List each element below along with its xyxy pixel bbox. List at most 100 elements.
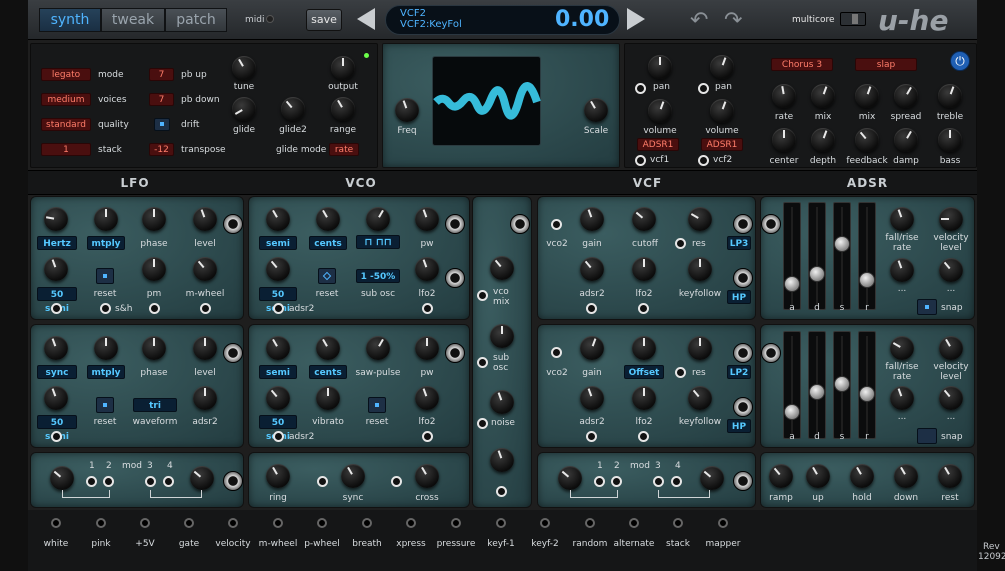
vco2-range-knob[interactable] <box>266 386 290 410</box>
undo-icon[interactable]: ↶ <box>690 10 708 32</box>
lfo-mod-depth2-knob[interactable] <box>190 466 214 490</box>
vco1-waveform-icon[interactable]: ⊓ ⊓⊓ <box>356 235 400 249</box>
lfo1-rate-knob[interactable] <box>44 207 68 231</box>
lfo2-mult-knob[interactable] <box>94 336 118 360</box>
voices-select[interactable]: medium <box>41 93 91 106</box>
lfo2-range-value[interactable]: 50 semi <box>37 415 77 442</box>
lfo2-adsr2-knob[interactable] <box>193 386 217 410</box>
mod-source-jack-alternate[interactable] <box>629 518 639 528</box>
vco2-range-value[interactable]: 50 semi <box>259 415 297 442</box>
lfo1-level-knob[interactable] <box>193 207 217 231</box>
lfo2-rate-knob[interactable] <box>44 336 68 360</box>
vco2-output-jack[interactable] <box>445 343 465 363</box>
adsr2-decay-thumb[interactable] <box>809 384 825 400</box>
delay-spread-knob[interactable] <box>894 84 918 108</box>
lfo1-output-jack[interactable] <box>223 214 243 234</box>
scope-freq-knob[interactable] <box>395 98 419 122</box>
vcf1-cutoff-knob[interactable] <box>632 207 656 231</box>
adsr2-fallrise-knob[interactable] <box>890 336 914 360</box>
adsr1-fallrise-knob[interactable] <box>890 207 914 231</box>
lfo-mod-jack-2[interactable] <box>103 476 114 487</box>
adsr1-decay-slider[interactable] <box>808 202 826 310</box>
mod-source-jack-pink[interactable] <box>96 518 106 528</box>
quality-select[interactable]: standard <box>41 118 91 131</box>
scope-scale-knob[interactable] <box>584 98 608 122</box>
vcf2-offset-knob[interactable] <box>632 336 656 360</box>
vcf-mod-depth1-knob[interactable] <box>558 466 582 490</box>
lfo2-range-mod-jack[interactable] <box>51 431 62 442</box>
lfo1-range-value[interactable]: 50 semi <box>37 287 77 314</box>
lfo1-sh-jack[interactable] <box>100 303 111 314</box>
vco-mix-knob[interactable] <box>490 256 514 280</box>
rest-knob[interactable] <box>938 464 962 488</box>
vcf1-lfo2-knob[interactable] <box>632 257 656 281</box>
vcf-mod-jack-4[interactable] <box>671 476 682 487</box>
vcf1-keyfollow-knob[interactable] <box>688 257 712 281</box>
mod-source-jack-keyf-2[interactable] <box>540 518 550 528</box>
vcf2-output-jack[interactable] <box>733 343 753 363</box>
volume2-knob[interactable] <box>710 99 734 123</box>
adsr1-release-slider[interactable] <box>858 202 876 310</box>
lfo1-mwheel-jack[interactable] <box>200 303 211 314</box>
vco2-cents-knob[interactable] <box>316 336 340 360</box>
vco2-reset-button[interactable] <box>368 397 386 413</box>
vco-mix-jack[interactable] <box>477 290 488 301</box>
lfo1-reset-button[interactable] <box>96 268 114 284</box>
vcf1-env-select[interactable]: ADSR1 <box>637 138 679 151</box>
mod-source-jack-velocity[interactable] <box>228 518 238 528</box>
glide-knob[interactable] <box>232 97 256 121</box>
lfo2-reset-button[interactable] <box>96 397 114 413</box>
lfo2-range-knob[interactable] <box>44 386 68 410</box>
vco1-reset-button[interactable] <box>318 268 336 284</box>
vco1-output-jack[interactable] <box>445 214 465 234</box>
volume1-knob[interactable] <box>648 99 672 123</box>
vcf1-res-knob[interactable] <box>688 207 712 231</box>
vco1-range-value[interactable]: 50 semi <box>259 287 297 314</box>
fx-power-icon[interactable]: ⏻ <box>950 51 970 71</box>
adsr1-extra1-knob[interactable] <box>890 258 914 282</box>
vcf-mod-jack-1[interactable] <box>594 476 605 487</box>
vcf2-lfo2-jack[interactable] <box>638 431 649 442</box>
lfo2-phase-knob[interactable] <box>142 336 166 360</box>
adsr2-attack-thumb[interactable] <box>784 404 800 420</box>
adsr2-output-jack[interactable] <box>761 343 781 363</box>
pan2-knob[interactable] <box>710 55 734 79</box>
ring-jack[interactable] <box>317 476 328 487</box>
next-patch-icon[interactable] <box>627 8 645 30</box>
tab-patch[interactable]: patch <box>165 8 227 32</box>
glide2-knob[interactable] <box>281 97 305 121</box>
vcf1-output-jack[interactable] <box>733 214 753 234</box>
vcf1-hp-output-jack[interactable] <box>733 268 753 288</box>
adsr2-extra2-knob[interactable] <box>939 386 963 410</box>
vcf-mod-depth2-knob[interactable] <box>700 466 724 490</box>
lfo-mod-output-jack[interactable] <box>223 471 243 491</box>
glide-mode-select[interactable]: rate <box>329 143 359 156</box>
adsr2-release-thumb[interactable] <box>859 386 875 402</box>
stack-select[interactable]: 1 <box>41 143 91 156</box>
range-knob[interactable] <box>331 97 355 121</box>
lfo1-mode-select[interactable]: mtply <box>87 236 125 250</box>
lfo2-output-jack[interactable] <box>223 343 243 363</box>
mod-source-jack-pressure[interactable] <box>451 518 461 528</box>
mod-source-jack-gate[interactable] <box>184 518 194 528</box>
vco1-cents-knob[interactable] <box>316 207 340 231</box>
lfo1-range-mod-jack[interactable] <box>51 303 62 314</box>
adsr2-release-slider[interactable] <box>858 331 876 439</box>
vco2-vibrato-knob[interactable] <box>316 386 340 410</box>
noise-knob[interactable] <box>490 390 514 414</box>
lfo2-mode-select[interactable]: mtply <box>87 365 125 379</box>
adsr1-snap-toggle[interactable] <box>917 299 937 315</box>
mod-source-jack-p-wheel[interactable] <box>317 518 327 528</box>
vcf1-adsr2-knob[interactable] <box>580 257 604 281</box>
vcf2-adsr2-knob[interactable] <box>580 386 604 410</box>
delay-treble-knob[interactable] <box>938 84 962 108</box>
lfo2-waveform-select[interactable]: tri <box>133 398 177 412</box>
vco1-semi-knob[interactable] <box>266 207 290 231</box>
vco1-lfo2-jack[interactable] <box>422 303 433 314</box>
vco1-wave-knob[interactable] <box>366 207 390 231</box>
cross-knob[interactable] <box>415 464 439 488</box>
lfo1-rate-unit[interactable]: Hertz <box>37 236 77 250</box>
pan2-mod-jack[interactable] <box>698 83 709 94</box>
transpose-select[interactable]: -12 <box>149 143 174 156</box>
pb-up-select[interactable]: 7 <box>149 68 174 81</box>
